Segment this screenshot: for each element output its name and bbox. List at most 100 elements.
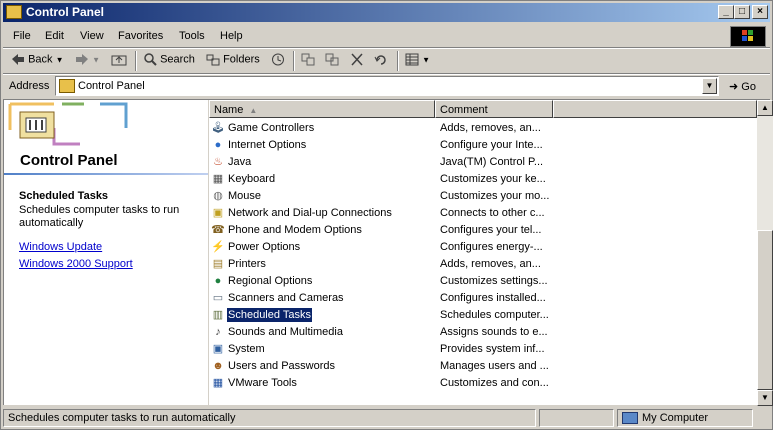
list-item[interactable]: 🕹 Game Controllers Adds, removes, an... (209, 120, 757, 137)
address-bar: Address Control Panel ▼ ➜ Go (3, 75, 770, 97)
folders-label: Folders (223, 53, 260, 66)
up-folder-button[interactable] (111, 53, 127, 66)
list-item-name[interactable]: Phone and Modem Options (227, 223, 363, 237)
windows-2000-support-link[interactable]: Windows 2000 Support (19, 258, 133, 270)
back-button[interactable]: Back ▼ (11, 53, 64, 66)
column-header-comment[interactable]: Comment (435, 100, 553, 118)
scheduled-tasks-icon: ▥ (212, 309, 224, 321)
list-item[interactable]: ▦ VMware Tools Customizes and con... (209, 375, 757, 392)
list-item-name[interactable]: Keyboard (227, 172, 276, 186)
toolbar-separator-2 (293, 51, 295, 71)
list-item-name[interactable]: Java (227, 155, 252, 169)
control-panel-folder-icon (6, 5, 22, 19)
control-panel-banner-icon (4, 100, 134, 148)
users-icon: ☻ (212, 360, 224, 372)
list-item-name[interactable]: Mouse (227, 189, 262, 203)
list-item-name[interactable]: Network and Dial-up Connections (227, 206, 393, 220)
list-item-name[interactable]: Printers (227, 257, 267, 271)
move-to-icon (301, 53, 315, 66)
list-item[interactable]: ☻ Users and Passwords Manages users and ..… (209, 358, 757, 375)
minimize-button[interactable]: _ (718, 5, 734, 19)
list-item[interactable]: ⚡ Power Options Configures energy-... (209, 239, 757, 256)
list-item[interactable]: ▦ Keyboard Customizes your ke... (209, 171, 757, 188)
search-label: Search (160, 53, 195, 66)
list-item-name[interactable]: VMware Tools (227, 376, 298, 390)
go-arrow-icon: ➜ (729, 81, 739, 93)
column-comment-label: Comment (440, 104, 488, 116)
list-item-comment: Configures energy-... (440, 241, 543, 253)
list-item[interactable]: ♨ Java Java(TM) Control P... (209, 154, 757, 171)
list-item-name[interactable]: Game Controllers (227, 121, 315, 135)
list-item-name[interactable]: Scanners and Cameras (227, 291, 345, 305)
sort-ascending-icon: ▲ (249, 106, 258, 115)
column-header-blank (553, 100, 757, 118)
title-bar[interactable]: Control Panel _ □ × (3, 3, 770, 22)
close-button[interactable]: × (752, 5, 768, 19)
menu-help[interactable]: Help (220, 30, 243, 42)
menu-favorites[interactable]: Favorites (118, 30, 163, 42)
list-item-comment: Customizes and con... (440, 377, 549, 389)
views-button[interactable]: ▼ (405, 53, 430, 66)
forward-button[interactable]: ▼ (75, 53, 100, 66)
search-button[interactable]: Search (143, 53, 195, 66)
phone-icon: ☎ (211, 224, 225, 236)
list-item-comment: Java(TM) Control P... (440, 156, 544, 168)
address-dropdown-button[interactable]: ▼ (702, 78, 717, 94)
copy-to-button[interactable] (325, 53, 339, 66)
list-item-name[interactable]: Regional Options (227, 274, 313, 288)
back-label: Back (28, 53, 53, 66)
list-item[interactable]: ▥ Scheduled Tasks Schedules computer... (209, 307, 757, 324)
undo-button[interactable] (374, 53, 388, 66)
status-bar: Schedules computer tasks to run automati… (3, 408, 770, 428)
toolbar-separator-3 (397, 51, 399, 71)
list-item[interactable]: ♪ Sounds and Multimedia Assigns sounds to … (209, 324, 757, 341)
column-name-label: Name (214, 104, 244, 116)
list-item[interactable]: ☎ Phone and Modem Options Configures your … (209, 222, 757, 239)
scroll-up-button[interactable]: ▲ (757, 100, 773, 116)
list-item[interactable]: ▣ Network and Dial-up Connections Connects… (209, 205, 757, 222)
menu-tools[interactable]: Tools (179, 30, 205, 42)
list-item[interactable]: ▣ System Provides system inf... (209, 341, 757, 358)
list-item-comment: Assigns sounds to e... (440, 326, 548, 338)
list-item[interactable]: ● Regional Options Customizes settings... (209, 273, 757, 290)
explorer-window: Control Panel _ □ × File Edit View Favor… (0, 0, 773, 430)
list-item[interactable]: ▭ Scanners and Cameras Configures installe… (209, 290, 757, 307)
column-header-name[interactable]: Name ▲ (209, 100, 435, 118)
power-icon: ⚡ (211, 241, 225, 253)
list-item-name[interactable]: System (227, 342, 266, 356)
item-list: Name ▲ Comment 🕹 Game Controllers Adds, rem… (209, 100, 757, 405)
scroll-thumb[interactable] (757, 230, 773, 390)
list-item[interactable]: ● Internet Options Configure your Inte... (209, 137, 757, 154)
history-button[interactable] (271, 53, 285, 66)
list-item-comment: Schedules computer... (440, 309, 549, 321)
go-button[interactable]: ➜ Go (729, 80, 756, 93)
windows-update-link[interactable]: Windows Update (19, 241, 102, 253)
address-value: Control Panel (78, 80, 145, 92)
forward-arrow-icon (75, 53, 89, 66)
menu-edit[interactable]: Edit (45, 30, 64, 42)
delete-x-icon (350, 53, 364, 66)
list-item[interactable]: ▤ Printers Adds, removes, an... (209, 256, 757, 273)
address-input[interactable]: Control Panel ▼ (55, 76, 719, 96)
menu-file[interactable]: File (13, 30, 31, 42)
list-item-comment: Customizes your mo... (440, 190, 550, 202)
folders-button[interactable]: Folders (206, 53, 260, 66)
list-item-name[interactable]: Users and Passwords (227, 359, 336, 373)
delete-button[interactable] (350, 53, 364, 66)
maximize-button[interactable]: □ (734, 5, 750, 19)
menu-view[interactable]: View (80, 30, 104, 42)
list-item-name[interactable]: Sounds and Multimedia (227, 325, 344, 339)
list-item[interactable]: ◍ Mouse Customizes your mo... (209, 188, 757, 205)
list-item-name[interactable]: Scheduled Tasks (226, 307, 313, 323)
list-item-name[interactable]: Power Options (227, 240, 301, 254)
move-to-button[interactable] (301, 53, 315, 66)
vmware-icon: ▦ (212, 377, 224, 389)
list-item-name[interactable]: Internet Options (227, 138, 307, 152)
vertical-scrollbar[interactable]: ▲ ▼ (757, 100, 773, 406)
list-item-comment: Configures your tel... (440, 224, 542, 236)
undo-icon (374, 53, 388, 66)
scroll-down-button[interactable]: ▼ (757, 390, 773, 406)
keyboard-icon: ▦ (212, 173, 224, 185)
my-computer-icon (622, 412, 638, 425)
content-area: Control Panel Scheduled Tasks Schedules … (3, 99, 773, 406)
